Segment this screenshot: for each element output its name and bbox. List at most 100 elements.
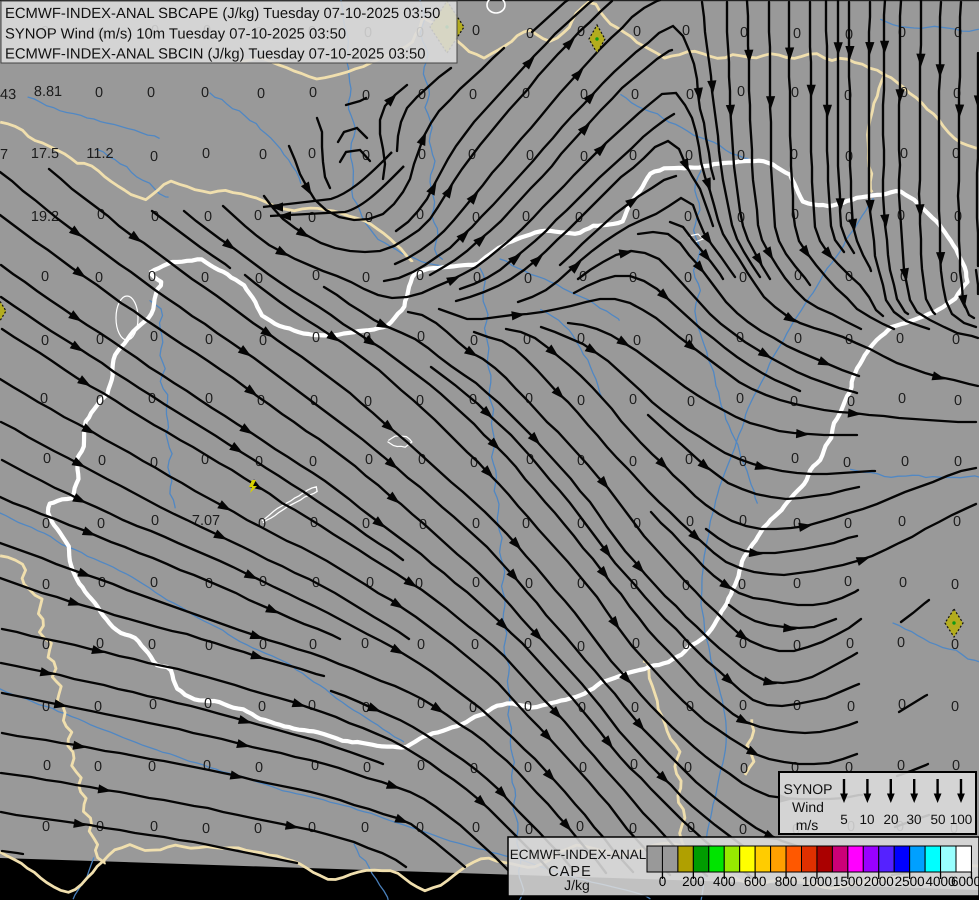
svg-text:11.2: 11.2	[86, 146, 113, 162]
svg-text:0: 0	[472, 516, 480, 532]
svg-text:0: 0	[577, 393, 585, 409]
svg-text:0: 0	[148, 269, 156, 285]
svg-text:0: 0	[255, 760, 263, 776]
svg-text:0: 0	[684, 270, 692, 286]
svg-text:0: 0	[738, 577, 746, 593]
svg-text:0: 0	[659, 874, 667, 889]
svg-text:0: 0	[740, 761, 748, 777]
svg-text:0: 0	[900, 146, 908, 162]
svg-text:0: 0	[791, 85, 799, 101]
svg-text:0: 0	[201, 85, 209, 101]
svg-text:0: 0	[43, 758, 51, 774]
svg-text:0: 0	[470, 333, 478, 349]
svg-text:0: 0	[148, 637, 156, 653]
svg-text:0: 0	[308, 146, 316, 162]
svg-text:0: 0	[148, 759, 156, 775]
svg-text:0: 0	[308, 210, 316, 226]
svg-text:SYNOP Wind (m/s) 10m Tuesday 0: SYNOP Wind (m/s) 10m Tuesday 07-10-2025 …	[5, 27, 346, 43]
svg-text:0: 0	[96, 393, 104, 409]
svg-text:0: 0	[254, 208, 262, 224]
svg-text:0: 0	[687, 394, 695, 410]
svg-text:0: 0	[472, 820, 480, 836]
svg-text:0: 0	[847, 699, 855, 715]
svg-text:0: 0	[629, 454, 637, 470]
svg-text:0: 0	[43, 451, 51, 467]
svg-text:0: 0	[898, 391, 906, 407]
svg-text:0: 0	[793, 26, 801, 42]
svg-text:20: 20	[883, 812, 898, 827]
svg-text:0: 0	[524, 760, 532, 776]
svg-text:0: 0	[150, 575, 158, 591]
svg-text:0: 0	[202, 146, 210, 162]
svg-text:0: 0	[791, 451, 799, 467]
svg-text:0: 0	[469, 87, 477, 103]
svg-text:0: 0	[631, 700, 639, 716]
svg-text:0: 0	[686, 87, 694, 103]
svg-text:0: 0	[631, 87, 639, 103]
svg-text:0: 0	[203, 758, 211, 774]
svg-text:7: 7	[0, 147, 8, 163]
svg-text:800: 800	[775, 874, 798, 889]
svg-text:0: 0	[42, 516, 50, 532]
svg-text:43: 43	[0, 87, 16, 103]
svg-text:0: 0	[204, 209, 212, 225]
svg-text:0: 0	[362, 270, 370, 286]
svg-text:0: 0	[42, 577, 50, 593]
svg-text:0: 0	[898, 514, 906, 530]
svg-text:2000: 2000	[864, 874, 894, 889]
svg-text:1500: 1500	[833, 874, 863, 889]
svg-text:0: 0	[847, 394, 855, 410]
svg-text:0: 0	[97, 516, 105, 532]
svg-text:0: 0	[472, 575, 480, 591]
svg-text:0: 0	[846, 636, 854, 652]
svg-text:0: 0	[309, 454, 317, 470]
svg-text:0: 0	[259, 333, 267, 349]
svg-text:200: 200	[682, 874, 705, 889]
svg-text:0: 0	[259, 147, 267, 163]
svg-text:0: 0	[361, 636, 369, 652]
svg-text:0: 0	[739, 698, 747, 714]
svg-text:ECMWF-INDEX-ANAL SBCIN (J/kg): ECMWF-INDEX-ANAL SBCIN (J/kg) Tuesday 07…	[5, 47, 426, 63]
svg-text:10: 10	[859, 812, 874, 827]
svg-text:0: 0	[950, 270, 958, 286]
svg-text:0: 0	[309, 85, 317, 101]
svg-text:0: 0	[633, 333, 641, 349]
svg-text:1000: 1000	[802, 874, 832, 889]
svg-text:0: 0	[254, 821, 262, 837]
svg-text:0: 0	[951, 699, 959, 715]
svg-text:0: 0	[951, 637, 959, 653]
svg-text:0: 0	[205, 332, 213, 348]
svg-text:0: 0	[361, 820, 369, 836]
svg-text:0: 0	[362, 516, 370, 532]
svg-text:0: 0	[147, 85, 155, 101]
svg-text:0: 0	[526, 26, 534, 42]
svg-text:0: 0	[42, 819, 50, 835]
svg-text:0: 0	[901, 454, 909, 470]
svg-text:0: 0	[150, 149, 158, 165]
svg-text:0: 0	[150, 819, 158, 835]
svg-text:0: 0	[94, 759, 102, 775]
svg-text:8.81: 8.81	[34, 84, 62, 100]
svg-text:30: 30	[906, 812, 921, 827]
svg-text:0: 0	[309, 637, 317, 653]
svg-text:0: 0	[150, 329, 158, 345]
svg-text:0: 0	[201, 270, 209, 286]
svg-text:0: 0	[363, 760, 371, 776]
svg-text:0: 0	[896, 331, 904, 347]
svg-text:400: 400	[713, 874, 736, 889]
svg-text:0: 0	[41, 333, 49, 349]
svg-text:0: 0	[417, 637, 425, 653]
svg-text:0: 0	[362, 88, 370, 104]
svg-text:m/s: m/s	[796, 817, 819, 833]
svg-text:7.07: 7.07	[192, 513, 220, 529]
svg-text:0: 0	[472, 23, 480, 39]
svg-text:0: 0	[308, 698, 316, 714]
svg-text:0: 0	[844, 574, 852, 590]
svg-text:2500: 2500	[895, 874, 925, 889]
svg-text:0: 0	[98, 575, 106, 591]
svg-text:0: 0	[737, 84, 745, 100]
svg-text:0: 0	[899, 575, 907, 591]
svg-text:0: 0	[41, 269, 49, 285]
svg-text:0: 0	[793, 576, 801, 592]
svg-text:0: 0	[202, 821, 210, 837]
